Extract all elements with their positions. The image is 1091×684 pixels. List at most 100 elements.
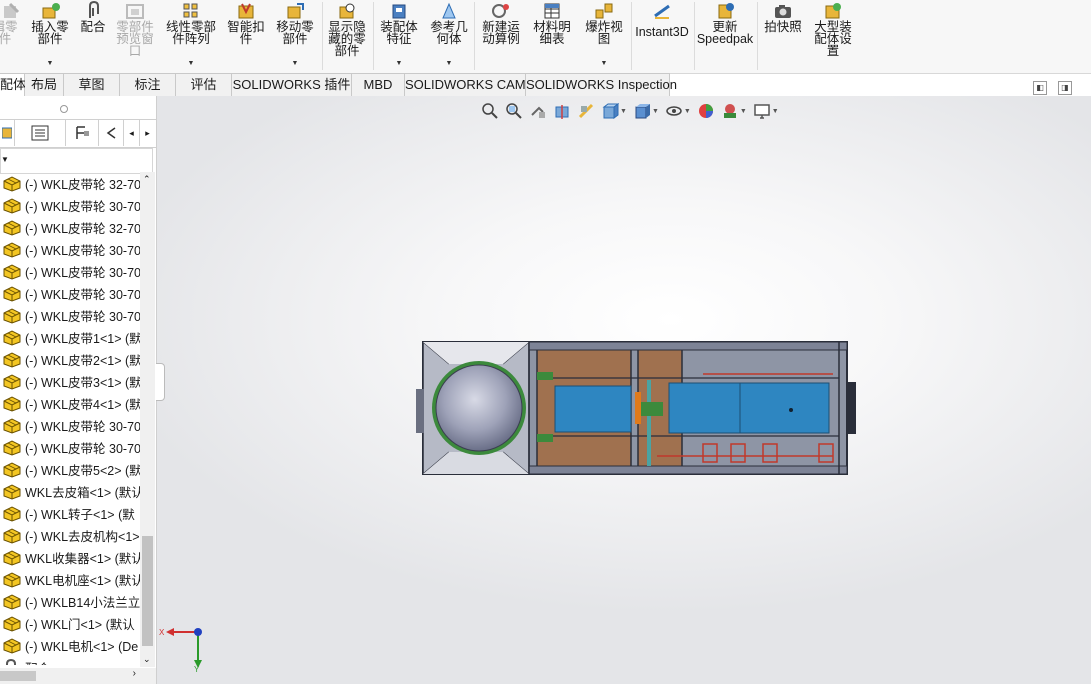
property-manager-tab[interactable]	[15, 120, 66, 146]
assembly-model-top-view[interactable]	[157, 96, 1091, 684]
show-hidden-components-button[interactable]: 显示隐 藏的零 部件	[325, 0, 369, 73]
tab-assembly[interactable]: 配体	[0, 73, 26, 97]
panel-split-grip[interactable]	[60, 105, 68, 113]
edit-appearance-icon[interactable]	[694, 100, 718, 122]
tree-item-component[interactable]: (-) WKL皮带轮 30-70	[0, 260, 140, 282]
chevron-down-icon[interactable]: ▼	[47, 60, 54, 67]
scroll-right-icon[interactable]: ›	[133, 668, 136, 679]
tab-solidworks-cam[interactable]: SOLIDWORKS CAM	[405, 73, 526, 97]
bill-of-materials-button[interactable]: 材料明 细表	[529, 0, 575, 73]
insert-components-button[interactable]: 插入零 部件 ▼	[28, 0, 72, 73]
update-speedpak-icon	[715, 0, 735, 20]
tree-item-component[interactable]: (-) WKL皮带1<1> (默	[0, 326, 140, 348]
instant3d-button[interactable]: Instant3D	[634, 0, 690, 73]
tab-layout[interactable]: 布局	[25, 73, 64, 97]
tree-vertical-scrollbar[interactable]: ⌃ ⌄	[140, 172, 155, 667]
dimxpert-manager-tab[interactable]	[99, 120, 124, 146]
tree-item-component[interactable]: (-) WKLB14小法兰立	[0, 590, 140, 612]
previous-view-icon[interactable]	[526, 100, 550, 122]
tree-item-component[interactable]: (-) WKL皮带轮 30-70	[0, 304, 140, 326]
tree-item-label: WKL电机座<1> (默认	[25, 573, 140, 588]
chevron-down-icon[interactable]: ▼	[396, 60, 403, 67]
tree-horizontal-scrollbar[interactable]: ›	[0, 668, 156, 684]
new-motion-study-button[interactable]: 新建运 动算例	[477, 0, 525, 73]
tree-item-label: (-) WKL皮带轮 32-70	[25, 221, 140, 236]
chevron-down-icon[interactable]: ▼	[188, 60, 195, 67]
ribbon-divider	[631, 2, 632, 70]
tree-item-component[interactable]: WKL收集器<1> (默认	[0, 546, 140, 568]
chevron-down-icon[interactable]: ▼	[1, 155, 9, 164]
assembly-component-icon	[3, 286, 21, 302]
tab-evaluate[interactable]: 评估	[176, 73, 232, 97]
tile-window-button[interactable]: ◨	[1058, 81, 1072, 95]
tree-item-component[interactable]: (-) WKL皮带轮 30-70	[0, 282, 140, 304]
tree-item-component[interactable]: WKL去皮箱<1> (默认	[0, 480, 140, 502]
tree-item-component[interactable]: (-) WKL电机<1> (De	[0, 634, 138, 656]
tree-item-component[interactable]: (-) WKL皮带轮 32-70	[0, 216, 140, 238]
component-preview-window-button[interactable]: 零部件 预览窗 口	[113, 0, 157, 73]
tab-sketch[interactable]: 草图	[64, 73, 120, 97]
panel-collapse-handle[interactable]	[156, 363, 165, 401]
tree-item-label: (-) WKL皮带轮 30-70	[25, 309, 140, 324]
assembly-features-button[interactable]: 装配体 特征 ▼	[376, 0, 422, 73]
view-orientation-icon[interactable]	[598, 100, 622, 122]
update-speedpak-label: 更新 Speedpak	[696, 20, 754, 46]
tabs-scroll-right-icon[interactable]: ▸	[140, 120, 155, 146]
chevron-down-icon[interactable]: ▼	[652, 108, 659, 115]
section-view-icon[interactable]	[550, 100, 574, 122]
scrollbar-thumb[interactable]	[142, 536, 153, 646]
scroll-up-icon[interactable]: ⌃	[143, 174, 151, 185]
tree-item-component[interactable]: (-) WKL皮带2<1> (默	[0, 348, 140, 370]
feature-tree-filter[interactable]: ▼	[0, 148, 153, 174]
tabs-scroll-left-icon[interactable]: ◂	[124, 120, 140, 146]
tab-solidworks-addins[interactable]: SOLIDWORKS 插件	[232, 73, 352, 97]
tree-item-component[interactable]: (-) WKL转子<1> (默	[0, 502, 135, 524]
tree-item-component[interactable]: WKL电机座<1> (默认	[0, 568, 140, 590]
scroll-down-icon[interactable]: ⌄	[143, 654, 151, 665]
tab-solidworks-inspection[interactable]: SOLIDWORKS Inspection	[526, 73, 677, 97]
configuration-manager-tab[interactable]	[66, 120, 99, 146]
tree-item-component[interactable]: (-) WKL皮带轮 30-70	[0, 414, 140, 436]
scrollbar-thumb[interactable]	[0, 671, 36, 681]
hide-show-items-icon[interactable]	[662, 100, 686, 122]
tab-markup[interactable]: 标注	[120, 73, 176, 97]
take-snapshot-button[interactable]: 拍快照	[760, 0, 806, 73]
move-component-button[interactable]: 移动零 部件 ▼	[273, 0, 317, 73]
linear-component-pattern-button[interactable]: 线性零部 件阵列 ▼	[162, 0, 220, 73]
zoom-to-fit-icon[interactable]	[478, 100, 502, 122]
reference-geometry-button[interactable]: 参考几 何体 ▼	[426, 0, 472, 73]
exploded-view-button[interactable]: 爆炸视 图 ▼	[580, 0, 628, 73]
ribbon-edit-component[interactable]: 辑零 件	[0, 0, 22, 73]
tree-item-mates[interactable]: 配合	[0, 656, 50, 665]
tree-item-component[interactable]: (-) WKL皮带3<1> (默	[0, 370, 140, 392]
graphics-area[interactable]: X Y	[157, 96, 1091, 684]
apply-scene-icon[interactable]	[718, 100, 742, 122]
tree-item-component[interactable]: (-) WKL皮带轮 30-70	[0, 194, 140, 216]
chevron-down-icon[interactable]: ▼	[740, 108, 747, 115]
dynamic-annotation-views-icon[interactable]	[574, 100, 598, 122]
tree-item-component[interactable]: (-) WKL皮带轮 30-70	[0, 238, 140, 260]
tree-item-component[interactable]: (-) WKL皮带轮 32-70	[0, 172, 140, 194]
tree-item-component[interactable]: (-) WKL皮带轮 30-70	[0, 436, 140, 458]
take-snapshot-label: 拍快照	[764, 20, 802, 34]
zoom-to-area-icon[interactable]	[502, 100, 526, 122]
mate-button[interactable]: 配合	[76, 0, 110, 73]
display-style-icon[interactable]	[630, 100, 654, 122]
tree-item-component[interactable]: (-) WKL皮带4<1> (默	[0, 392, 140, 414]
tree-item-component[interactable]: (-) WKL门<1> (默认	[0, 612, 135, 634]
chevron-down-icon[interactable]: ▼	[620, 108, 627, 115]
chevron-down-icon[interactable]: ▼	[292, 60, 299, 67]
view-settings-icon[interactable]	[750, 100, 774, 122]
smart-fasteners-button[interactable]: 智能扣 件	[224, 0, 268, 73]
feature-manager-tab[interactable]	[0, 120, 15, 146]
tree-item-component[interactable]: (-) WKL去皮机构<1>	[0, 524, 140, 546]
tree-item-component[interactable]: (-) WKL皮带5<2> (默	[0, 458, 140, 480]
chevron-down-icon[interactable]: ▼	[601, 60, 608, 67]
tab-mbd[interactable]: MBD	[352, 73, 405, 97]
update-speedpak-button[interactable]: 更新 Speedpak	[697, 0, 753, 73]
chevron-down-icon[interactable]: ▼	[446, 60, 453, 67]
chevron-down-icon[interactable]: ▼	[684, 108, 691, 115]
large-assembly-settings-button[interactable]: 大型装 配体设 置	[808, 0, 858, 73]
restore-window-button[interactable]: ◧	[1033, 81, 1047, 95]
chevron-down-icon[interactable]: ▼	[772, 108, 779, 115]
